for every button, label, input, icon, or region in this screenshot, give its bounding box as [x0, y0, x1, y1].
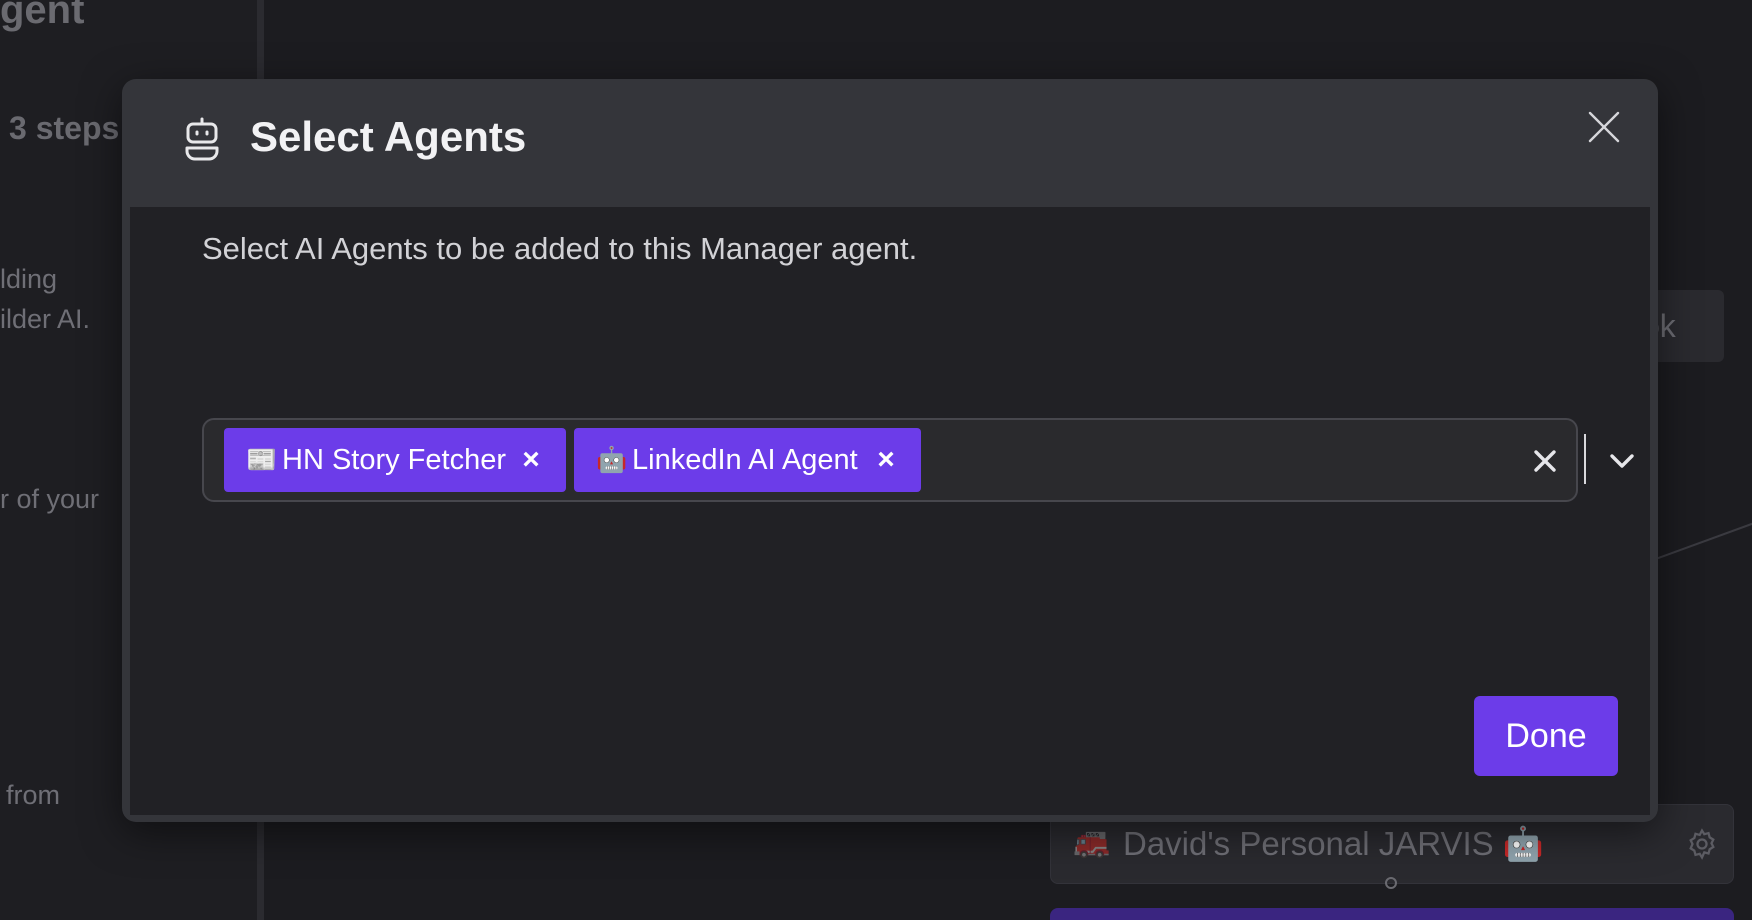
- newspaper-icon: 📰: [246, 445, 278, 474]
- robot-emoji-icon: 🤖: [596, 445, 628, 474]
- background-text: r of your: [0, 484, 100, 514]
- agent-multiselect[interactable]: 📰 HN Story Fetcher × 🤖 LinkedIn AI Agent…: [202, 418, 1634, 502]
- remove-agent-button[interactable]: ×: [516, 443, 546, 476]
- modal-prompt: Select AI Agents to be added to this Man…: [202, 231, 918, 266]
- selected-agent-chip: 🤖 LinkedIn AI Agent ×: [574, 428, 921, 492]
- close-icon[interactable]: [1586, 109, 1622, 145]
- background-agent-card-accent: [1050, 908, 1734, 920]
- agent-card-label: David's Personal JARVIS 🤖: [1123, 825, 1544, 862]
- done-button[interactable]: Done: [1474, 696, 1618, 776]
- robot-icon: [185, 117, 219, 161]
- background-title: gent: [0, 0, 85, 32]
- clear-selection-icon[interactable]: [1532, 448, 1558, 474]
- connector-handle: [1385, 877, 1397, 889]
- chevron-down-icon[interactable]: [1608, 449, 1636, 473]
- fire-truck-icon: 🚒: [1073, 826, 1111, 859]
- background-steps: 3 steps: [9, 110, 120, 146]
- selected-agent-label: HN Story Fetcher: [282, 443, 506, 476]
- background-text: ilder AI.: [0, 304, 91, 334]
- modal-header: Select Agents: [122, 79, 1658, 207]
- modal-body: Select AI Agents to be added to this Man…: [130, 207, 1650, 815]
- select-agents-modal: Select Agents Select AI Agents to be add…: [122, 79, 1658, 822]
- gear-icon: [1689, 828, 1715, 860]
- background-text: from: [6, 780, 60, 810]
- select-separator: [1584, 434, 1586, 484]
- remove-agent-button[interactable]: ×: [871, 443, 901, 476]
- background-connector-line: [1649, 519, 1752, 562]
- background-text: lding: [0, 264, 58, 294]
- app-stage: gent 3 steps lding ilder AI. r of your f…: [0, 0, 1752, 920]
- selected-agent-chip: 📰 HN Story Fetcher ×: [224, 428, 566, 492]
- selected-agent-label: LinkedIn AI Agent: [632, 443, 858, 476]
- modal-title: Select Agents: [250, 113, 527, 160]
